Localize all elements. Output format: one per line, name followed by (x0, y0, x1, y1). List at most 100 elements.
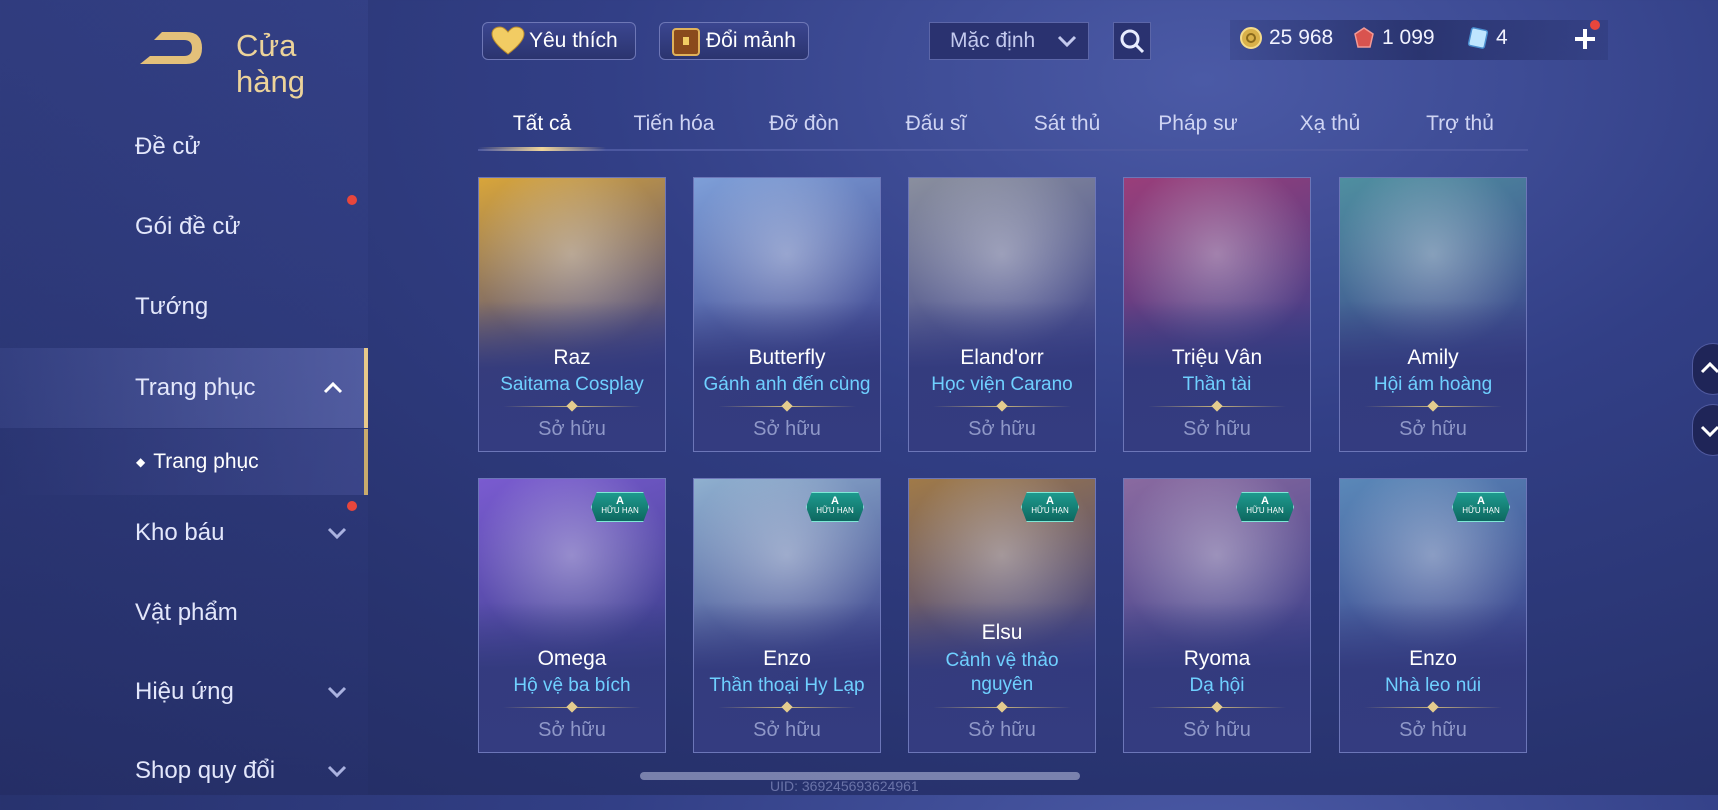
tab-all[interactable]: Tất cả (478, 112, 606, 136)
sidebar-subitem-skins[interactable]: ◆ Trang phục (0, 429, 368, 495)
owned-status: Sở hữu (1399, 418, 1467, 440)
skin-name: Hộ vệ ba bích (513, 675, 631, 696)
diamond-bullet-icon: ◆ (136, 455, 146, 469)
voucher-amount: 1 099 (1382, 26, 1435, 49)
skin-name: Cảnh vệ thảo nguyên (945, 650, 1059, 695)
sidebar-item-label: Đề cử (135, 133, 201, 160)
skin-name: Thần thoại Hy Lạp (709, 675, 865, 696)
skin-card[interactable]: Triệu Vân Thần tài Sở hữu (1123, 177, 1311, 452)
sidebar-item-label: Vật phẩm (135, 599, 238, 626)
search-icon (1120, 29, 1145, 54)
treasure-chest-icon (672, 28, 700, 56)
hero-name: Omega (537, 647, 607, 670)
sidebar-item-exchange-shop[interactable]: Shop quy đổi (0, 732, 368, 810)
tab-fighter[interactable]: Đấu sĩ (872, 112, 1000, 136)
gold-coin-icon (1240, 27, 1262, 49)
ticket-card-icon (1467, 27, 1489, 49)
owned-status: Sở hữu (1399, 719, 1467, 741)
sort-select[interactable]: Mặc định (929, 22, 1089, 60)
tabs-divider (478, 149, 1528, 151)
owned-status: Sở hữu (968, 418, 1036, 440)
limited-badge: A HỮU HẠN (1021, 492, 1079, 522)
gold-balance: 25 968 (1239, 26, 1333, 50)
scroll-up-button[interactable] (1692, 343, 1718, 395)
ticket-balance: 4 (1466, 26, 1508, 50)
subitem-label: Trang phục (153, 450, 259, 473)
sort-value: Mặc định (950, 29, 1036, 52)
skin-name: Dạ hội (1189, 675, 1245, 696)
hero-name: Amily (1407, 346, 1459, 369)
skin-name: Hội ám hoàng (1373, 374, 1493, 395)
gold-amount: 25 968 (1269, 26, 1334, 49)
skin-card[interactable]: A HỮU HẠN Ryoma Dạ hội Sở hữu (1123, 478, 1311, 753)
sidebar-item-label: Kho báu (135, 519, 225, 546)
sidebar-item-skins[interactable]: Trang phục (0, 348, 368, 428)
skin-card[interactable]: A HỮU HẠN Enzo Thần thoại Hy Lạp Sở hữu (693, 478, 881, 753)
owned-status: Sở hữu (1183, 418, 1251, 440)
hero-name: Enzo (1409, 647, 1457, 670)
notification-dot (1590, 20, 1600, 30)
hero-name: Ryoma (1183, 647, 1251, 670)
heart-icon (491, 26, 525, 55)
notification-dot (347, 501, 357, 511)
exchange-label: Đổi mảnh (706, 29, 796, 52)
sidebar-item-label: Gói đề cử (135, 213, 241, 240)
skin-name: Thần tài (1182, 374, 1252, 395)
sidebar-item-recommended[interactable]: Đề cử (0, 108, 368, 186)
skin-card[interactable]: Butterfly Gánh anh đến cùng Sở hữu (693, 177, 881, 452)
tab-support[interactable]: Trợ thủ (1396, 112, 1524, 136)
chevron-down-icon (327, 765, 347, 778)
tab-marksman[interactable]: Xạ thủ (1266, 112, 1394, 136)
favorites-label: Yêu thích (529, 29, 618, 52)
skin-name: Học viện Carano (931, 374, 1073, 395)
owned-status: Sở hữu (538, 418, 606, 440)
back-button[interactable] (132, 22, 208, 72)
favorites-button[interactable]: Yêu thích (482, 22, 636, 60)
page-title: Cửa hàng (236, 28, 305, 99)
back-arrow-icon (140, 32, 202, 64)
chevron-up-icon (323, 381, 343, 394)
skin-name: Saitama Cosplay (500, 374, 644, 395)
sidebar: Cửa hàng Đề cử Gói đề cử Tướng Trang phụ… (0, 0, 368, 795)
sidebar-item-label: Hiệu ứng (135, 678, 234, 705)
skin-card[interactable]: A HỮU HẠN Omega Hộ vệ ba bích Sở hữu (478, 478, 666, 753)
hero-name: Enzo (763, 647, 811, 670)
owned-status: Sở hữu (968, 719, 1036, 741)
hero-name: Eland'orr (960, 346, 1044, 369)
sidebar-item-heroes[interactable]: Tướng (0, 268, 368, 346)
sidebar-item-label: Trang phục (135, 374, 256, 401)
owned-status: Sở hữu (753, 418, 821, 440)
skin-card[interactable]: Amily Hội ám hoàng Sở hữu (1339, 177, 1527, 452)
skin-card[interactable]: A HỮU HẠN Enzo Nhà leo núi Sở hữu (1339, 478, 1527, 753)
limited-badge: A HỮU HẠN (1452, 492, 1510, 522)
voucher-balance: 1 099 (1352, 26, 1435, 50)
owned-status: Sở hữu (538, 719, 606, 741)
skin-card[interactable]: Eland'orr Học viện Carano Sở hữu (908, 177, 1096, 452)
limited-badge: A HỮU HẠN (1236, 492, 1294, 522)
chevron-down-icon (327, 527, 347, 540)
hero-name: Butterfly (748, 346, 826, 369)
user-id: UID: 369245693624961 (770, 778, 919, 794)
hero-name: Elsu (981, 621, 1023, 644)
skin-card[interactable]: A HỮU HẠN Elsu Cảnh vệ thảo nguyên Sở hữu (908, 478, 1096, 753)
chevron-down-icon (1057, 35, 1077, 48)
ticket-amount: 4 (1496, 26, 1508, 49)
sidebar-item-items[interactable]: Vật phẩm (0, 574, 368, 652)
sidebar-item-label: Shop quy đổi (135, 757, 276, 784)
sidebar-item-recommended-packs[interactable]: Gói đề cử (0, 188, 368, 266)
tab-assassin[interactable]: Sát thủ (1003, 112, 1131, 136)
scroll-down-button[interactable] (1692, 404, 1718, 456)
active-tab-underline (478, 147, 606, 151)
tab-mage[interactable]: Pháp sư (1134, 112, 1262, 136)
tab-tank[interactable]: Đỡ đòn (740, 112, 868, 136)
chevron-down-icon (1700, 425, 1718, 438)
tab-evolution[interactable]: Tiến hóa (610, 112, 738, 136)
sidebar-item-label: Tướng (135, 293, 209, 320)
exchange-fragments-button[interactable]: Đổi mảnh (659, 22, 809, 60)
voucher-gem-icon (1354, 27, 1374, 48)
search-button[interactable] (1113, 22, 1151, 60)
skin-card[interactable]: Raz Saitama Cosplay Sở hữu (478, 177, 666, 452)
sidebar-item-effects[interactable]: Hiệu ứng (0, 653, 368, 731)
hero-name: Raz (553, 346, 591, 369)
sidebar-item-treasure[interactable]: Kho báu (0, 494, 368, 572)
